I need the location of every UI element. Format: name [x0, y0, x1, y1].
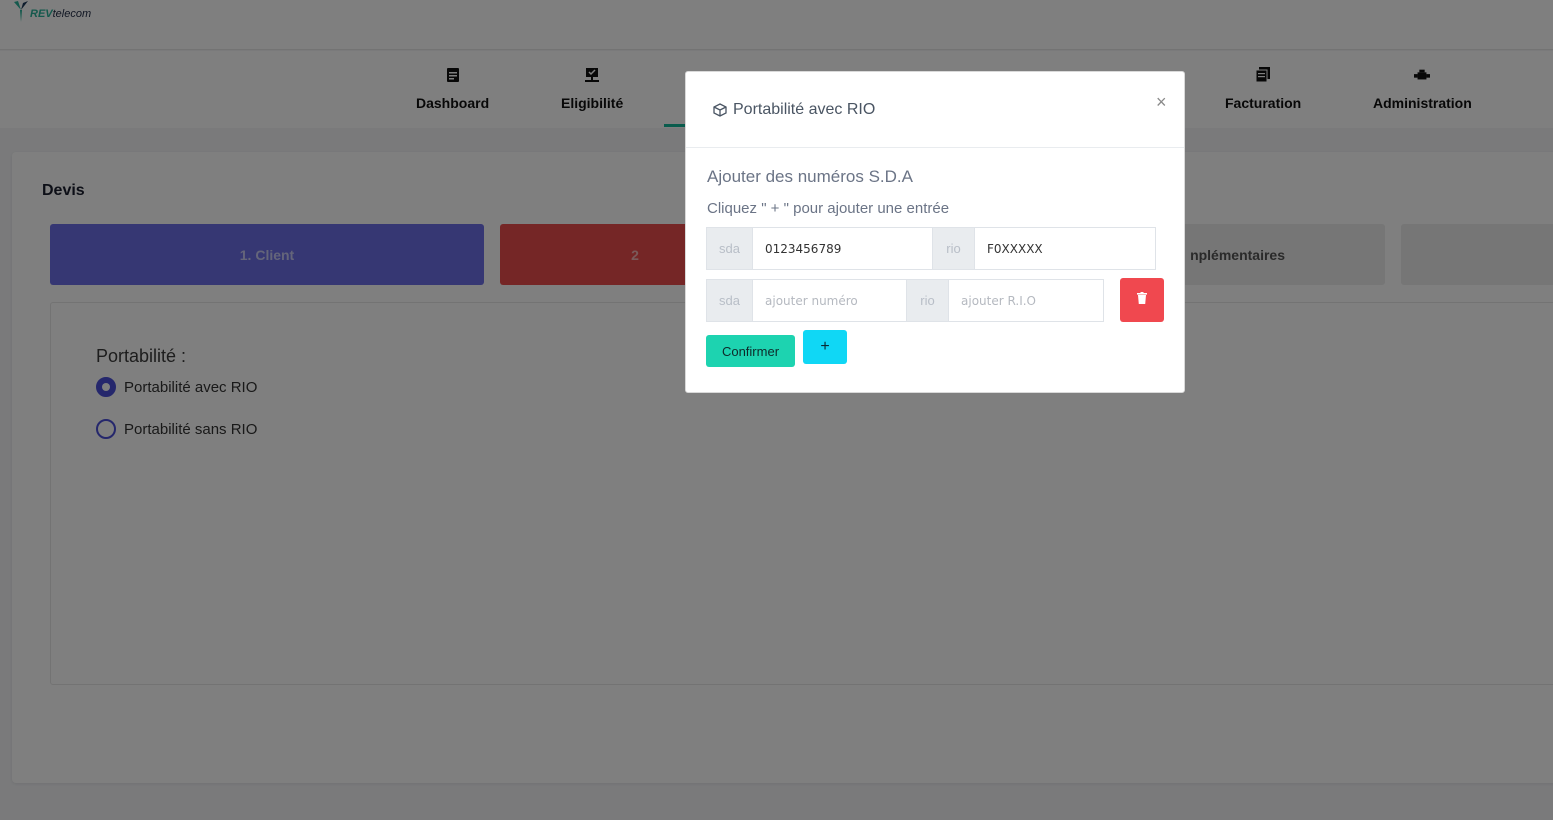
sda-input[interactable]: ajouter numéro	[753, 279, 906, 322]
sda-row: sda ajouter numéro rio ajouter R.I.O	[706, 279, 1104, 322]
rio-input[interactable]: F0XXXXX	[975, 227, 1156, 270]
rio-addon: rio	[932, 227, 975, 270]
portability-modal: Portabilité avec RIO × Ajouter des numér…	[685, 71, 1185, 393]
modal-title: Portabilité avec RIO	[713, 101, 875, 119]
modal-subtitle: Ajouter des numéros S.D.A	[707, 167, 913, 186]
sda-addon: sda	[706, 279, 753, 322]
cube-icon	[713, 103, 727, 117]
modal-hint: Cliquez " + " pour ajouter une entrée	[707, 200, 950, 217]
sda-row: sda 0123456789 rio F0XXXXX	[706, 227, 1156, 270]
add-entry-button[interactable]: +	[803, 330, 847, 364]
modal-title-text: Portabilité avec RIO	[733, 101, 876, 118]
delete-row-button[interactable]	[1120, 278, 1164, 322]
rio-input[interactable]: ajouter R.I.O	[949, 279, 1104, 322]
trash-icon	[1137, 291, 1147, 309]
close-icon[interactable]: ×	[1156, 92, 1167, 112]
sda-addon: sda	[706, 227, 753, 270]
confirm-button[interactable]: Confirmer	[706, 335, 795, 367]
sda-input[interactable]: 0123456789	[753, 227, 932, 270]
rio-addon: rio	[906, 279, 949, 322]
modal-header: Portabilité avec RIO ×	[686, 72, 1184, 148]
